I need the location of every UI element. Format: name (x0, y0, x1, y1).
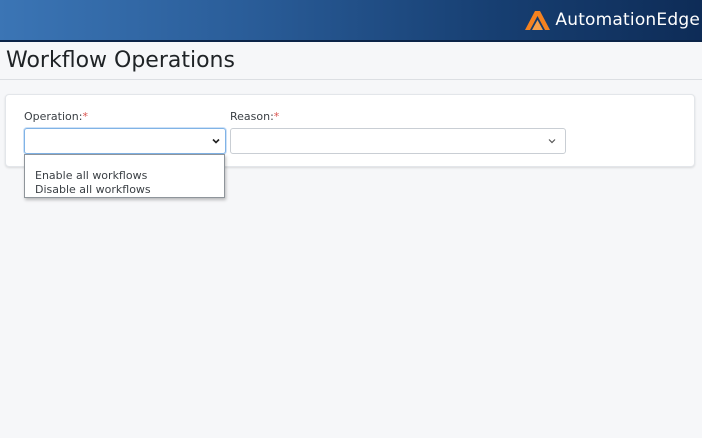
reason-label-text: Reason: (230, 110, 274, 123)
option-enable-all-workflows[interactable]: Enable all workflows (35, 169, 224, 183)
operation-label: Operation:* (24, 110, 88, 123)
top-header: AutomationEdge (0, 0, 702, 42)
operation-label-text: Operation: (24, 110, 83, 123)
brand[interactable]: AutomationEdge (523, 6, 700, 34)
operation-select[interactable] (24, 128, 226, 154)
operation-required-mark: * (82, 110, 88, 123)
title-bar: Workflow Operations (0, 42, 702, 80)
brand-name: AutomationEdge (555, 10, 700, 30)
chevron-down-icon (548, 139, 556, 144)
page-title: Workflow Operations (6, 48, 235, 73)
operation-dropdown-list: Enable all workflows Disable all workflo… (24, 154, 225, 198)
chevron-down-icon (212, 138, 220, 144)
reason-select[interactable] (230, 128, 566, 154)
automationedge-logo-icon (525, 11, 551, 30)
reason-required-mark: * (273, 110, 280, 123)
reason-label: Reason:* (230, 110, 279, 123)
option-disable-all-workflows[interactable]: Disable all workflows (35, 183, 224, 197)
